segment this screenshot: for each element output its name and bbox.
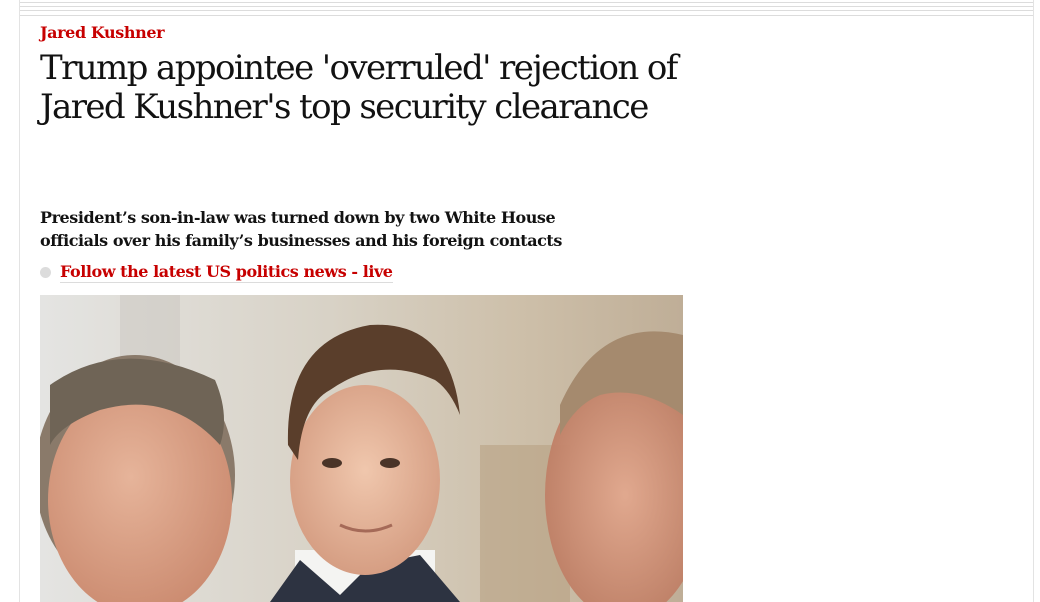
related-link-row: Follow the latest US politics news - liv… — [40, 260, 393, 284]
article-main-image — [40, 295, 683, 602]
article-headline: Trump appointee 'overruled' rejection of… — [40, 48, 678, 127]
article-standfirst: President’s son-in-law was turned down b… — [40, 208, 562, 250]
bullet-icon — [40, 266, 51, 278]
live-politics-link[interactable]: Follow the latest US politics news - liv… — [60, 261, 393, 283]
article-page: Jared Kushner Trump appointee 'overruled… — [0, 0, 1040, 602]
photo-illustration — [40, 295, 683, 602]
section-kicker-link[interactable]: Jared Kushner — [40, 22, 165, 44]
